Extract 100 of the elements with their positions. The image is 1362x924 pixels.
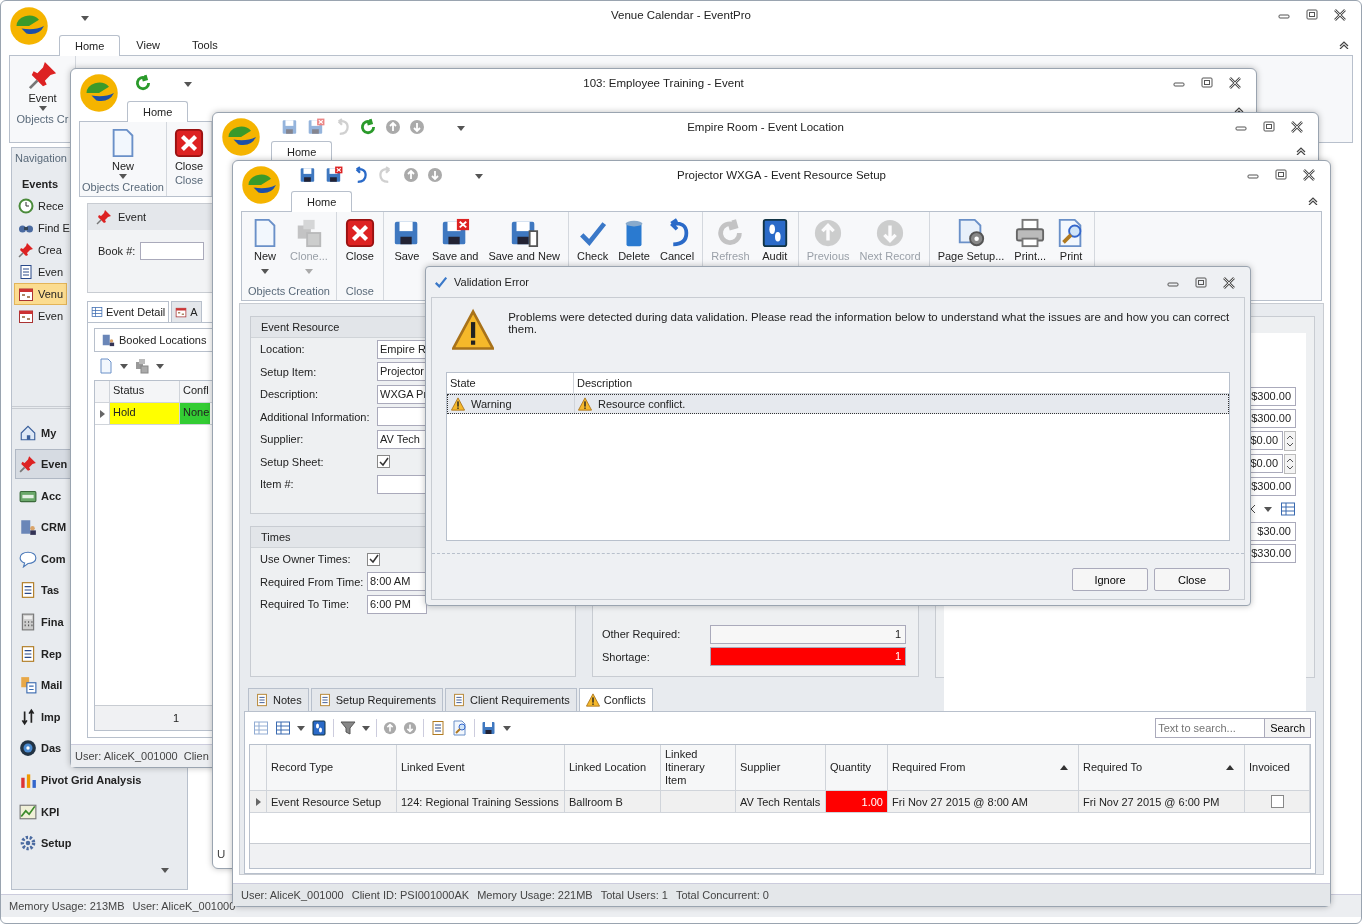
tab[interactable]: Booked Locations (94, 328, 214, 351)
grid-icon[interactable] (275, 720, 291, 736)
module-item[interactable]: Com (15, 544, 70, 574)
ribbon-tab[interactable]: Tools (176, 34, 234, 55)
customize-caret-icon[interactable] (475, 174, 483, 179)
module-item[interactable]: Tas (15, 575, 64, 606)
customize-caret-icon[interactable] (81, 16, 89, 21)
close-icon[interactable] (1290, 121, 1304, 133)
cubes-icon[interactable] (134, 358, 150, 374)
book-number-field[interactable] (140, 242, 205, 260)
logo-icon[interactable] (241, 165, 281, 205)
close-icon[interactable] (1228, 77, 1242, 89)
customize-caret-icon[interactable] (457, 126, 465, 131)
dialog-button[interactable]: Ignore (1072, 568, 1148, 591)
navigation-item[interactable]: Even (14, 261, 68, 283)
checkbox[interactable] (367, 552, 380, 566)
maximize-icon[interactable] (1194, 277, 1208, 289)
clipboard-icon[interactable] (430, 720, 446, 736)
caret-icon[interactable] (156, 363, 164, 369)
ribbon-tab[interactable]: Home (271, 141, 333, 162)
text-field[interactable]: AV Tech (377, 429, 426, 449)
tab[interactable]: Client Requirements (445, 688, 577, 711)
module-item[interactable]: Das (15, 733, 66, 764)
tab[interactable]: Notes (248, 688, 309, 711)
spin-buttons-icon[interactable] (1284, 454, 1296, 474)
column-header[interactable]: Status (110, 381, 180, 402)
footprints-book-icon[interactable] (311, 720, 327, 736)
tab[interactable]: Event Detail (87, 301, 170, 322)
column-header[interactable]: Required From (888, 745, 1079, 790)
ribbon-button[interactable]: Save (386, 212, 427, 300)
text-field[interactable]: Empire R (377, 339, 426, 359)
module-item[interactable]: Mail (15, 670, 67, 700)
column-header[interactable]: Confl (180, 381, 210, 402)
module-item[interactable]: Acc (15, 480, 66, 511)
print-preview-icon[interactable] (452, 720, 468, 736)
caret-icon[interactable] (38, 106, 47, 111)
spin-buttons-icon[interactable] (1284, 431, 1296, 451)
checkbox[interactable] (1270, 795, 1284, 808)
text-field[interactable] (377, 407, 426, 427)
logo-icon[interactable] (9, 6, 49, 46)
collapse-icon[interactable] (1308, 197, 1318, 205)
collapse-icon[interactable] (1339, 41, 1349, 49)
ribbon-button[interactable]: Close (339, 212, 380, 283)
ribbon-tab[interactable]: Home (127, 101, 189, 122)
module-item[interactable]: Rep (15, 638, 66, 669)
caret-icon[interactable] (297, 725, 305, 731)
navigation-item[interactable]: Even (14, 305, 68, 327)
maximize-icon[interactable] (1305, 9, 1319, 21)
refresh-icon[interactable] (134, 74, 152, 92)
ribbon-tab[interactable]: Home (291, 191, 353, 212)
dialog-button[interactable]: Close (1154, 568, 1230, 591)
close-icon[interactable] (1333, 9, 1347, 21)
customize-caret-icon[interactable] (184, 82, 192, 87)
ribbon-button[interactable]: Close (168, 122, 209, 172)
column-header[interactable]: Invoiced (1245, 745, 1310, 790)
close-icon[interactable] (1222, 277, 1236, 289)
time-field[interactable]: 6:00 PM (367, 594, 427, 614)
tab[interactable]: Conflicts (578, 688, 653, 711)
close-icon[interactable] (1302, 169, 1316, 181)
column-header[interactable]: Supplier (736, 745, 826, 790)
more-caret-icon[interactable] (161, 868, 169, 873)
column-header[interactable]: Required To (1079, 745, 1245, 790)
navigation-item[interactable]: Venu (14, 283, 68, 305)
grid-icon[interactable] (1280, 501, 1296, 517)
module-item[interactable]: Setup (15, 828, 76, 858)
collapse-icon[interactable] (1296, 147, 1306, 155)
module-item[interactable]: Even (15, 449, 72, 479)
column-header[interactable]: Quantity (826, 745, 888, 790)
module-item[interactable]: Fina (15, 607, 68, 637)
column-header[interactable]: Linked Itinerary Item (661, 745, 736, 790)
save-icon[interactable] (481, 720, 497, 736)
caret-icon[interactable] (120, 363, 128, 369)
logo-icon[interactable] (221, 117, 261, 157)
table-row[interactable]: Warning Resource conflict. (447, 394, 1229, 414)
module-item[interactable]: KPI (15, 796, 64, 827)
caret-icon[interactable] (503, 725, 511, 731)
dropdown-caret-icon[interactable] (1264, 506, 1272, 512)
save-icon[interactable] (299, 166, 317, 184)
filter-icon[interactable] (340, 720, 356, 736)
module-item[interactable]: Pivot Grid Analysis (15, 765, 146, 795)
module-item[interactable]: Imp (15, 702, 65, 732)
maximize-icon[interactable] (1262, 121, 1276, 133)
caret-icon[interactable] (261, 269, 269, 274)
ribbon-tab[interactable]: Home (59, 35, 121, 56)
search-button[interactable]: Search (1264, 718, 1311, 738)
maximize-icon[interactable] (1274, 169, 1288, 181)
ribbon-tab[interactable]: View (120, 34, 176, 55)
text-field[interactable]: Projector (377, 362, 426, 382)
ribbon-button[interactable]: Event (22, 56, 63, 111)
table-row[interactable]: Event Resource Setup 124: Regional Training Sessions Ballroom B AV Tech Rentals 1.00 Fri Nov 27 2015 @ 8:00 AM Fri Nov 27 2015 @ 6:00 PM (250, 791, 1310, 813)
column-header[interactable]: Linked Location (565, 745, 661, 790)
ribbon-button[interactable]: New (102, 122, 143, 179)
search-field[interactable]: Text to search... (1155, 718, 1266, 738)
column-header[interactable]: State (447, 373, 574, 393)
maximize-icon[interactable] (1200, 77, 1214, 89)
caret-icon[interactable] (362, 725, 370, 731)
refresh-icon[interactable] (359, 118, 377, 136)
module-item[interactable]: CRM (15, 512, 71, 543)
logo-icon[interactable] (79, 73, 119, 113)
caret-icon[interactable] (118, 174, 127, 179)
